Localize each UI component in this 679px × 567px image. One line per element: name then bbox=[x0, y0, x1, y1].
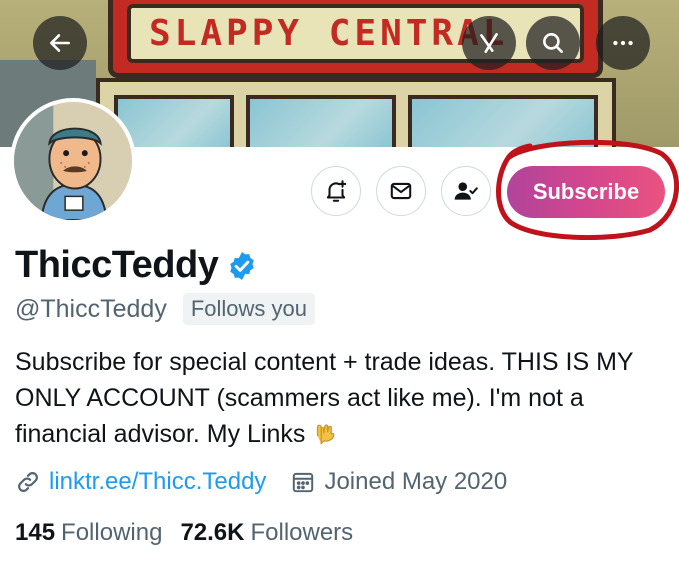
calendar-icon bbox=[293, 472, 314, 493]
profile-meta: linktr.ee/Thicc.Teddy Joined May 2020 bbox=[15, 468, 507, 496]
subscribe-button[interactable]: Subscribe bbox=[507, 166, 665, 218]
following-stat[interactable]: 145 Following bbox=[15, 519, 162, 547]
following-label: Following bbox=[61, 519, 163, 546]
grok-icon bbox=[480, 33, 498, 53]
notifications-button[interactable] bbox=[311, 166, 361, 216]
envelope-icon bbox=[390, 182, 412, 200]
followers-stat[interactable]: 72.6K Followers bbox=[180, 519, 353, 547]
followers-count: 72.6K bbox=[180, 519, 245, 546]
store-window-middle bbox=[246, 95, 396, 147]
following-button[interactable] bbox=[441, 166, 491, 216]
person-check-icon bbox=[454, 182, 478, 200]
store-sign-panel: SLAPPY CENTRAL bbox=[127, 4, 584, 63]
profile-display-name: ThiccTeddy bbox=[15, 244, 258, 287]
avatar-image bbox=[14, 102, 132, 220]
pointing-down-emoji-icon bbox=[317, 424, 335, 446]
link-icon bbox=[18, 472, 38, 492]
avatar[interactable] bbox=[10, 98, 136, 224]
more-button[interactable] bbox=[596, 16, 650, 70]
message-button[interactable] bbox=[376, 166, 426, 216]
grok-button[interactable] bbox=[462, 16, 516, 70]
store-sign-text: SLAPPY CENTRAL bbox=[149, 13, 509, 54]
profile-handle: @ThiccTeddy bbox=[15, 294, 167, 323]
search-icon bbox=[543, 33, 563, 53]
followers-label: Followers bbox=[250, 519, 354, 546]
store-window-right bbox=[408, 95, 598, 147]
profile-stats: 145 Following 72.6K Followers bbox=[15, 519, 353, 547]
back-button[interactable] bbox=[33, 16, 87, 70]
profile-bio: Subscribe for special content + trade id… bbox=[15, 344, 665, 452]
arrow-left-icon bbox=[50, 34, 70, 52]
display-name-text: ThiccTeddy bbox=[15, 244, 219, 286]
profile-link[interactable]: linktr.ee/Thicc.Teddy bbox=[49, 468, 266, 496]
following-count: 145 bbox=[15, 519, 56, 546]
follows-you-badge: Follows you bbox=[182, 293, 315, 325]
joined-date: Joined May 2020 bbox=[324, 468, 508, 495]
handle-row: @ThiccTeddy Follows you bbox=[15, 293, 315, 325]
avatar-illustration bbox=[14, 102, 132, 220]
search-button[interactable] bbox=[526, 16, 580, 70]
verified-badge-icon[interactable] bbox=[226, 250, 258, 282]
more-horizontal-icon bbox=[613, 40, 633, 46]
bell-plus-icon bbox=[326, 180, 347, 202]
